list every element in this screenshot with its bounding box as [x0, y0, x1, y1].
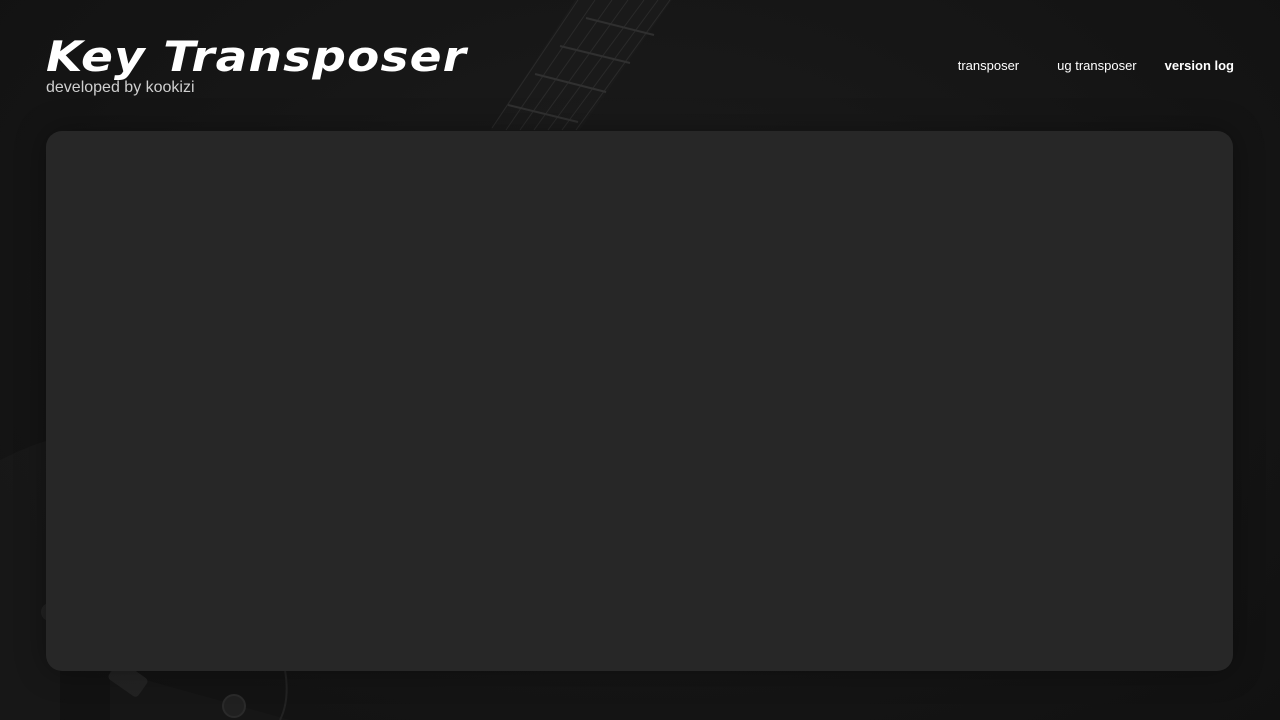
top-nav: transposer ug transposer version log: [958, 58, 1234, 73]
page: Key Transposer developed by kookizi tran…: [0, 0, 1280, 720]
nav-link-ug-transposer[interactable]: ug transposer: [1057, 58, 1137, 73]
app-title[interactable]: Key Transposer: [46, 34, 467, 80]
content-panel: [46, 131, 1233, 671]
app-subtitle: developed by kookizi: [46, 79, 195, 96]
nav-link-version-log[interactable]: version log: [1165, 58, 1234, 73]
nav-link-transposer[interactable]: transposer: [958, 58, 1019, 73]
header: Key Transposer developed by kookizi tran…: [46, 34, 1234, 104]
